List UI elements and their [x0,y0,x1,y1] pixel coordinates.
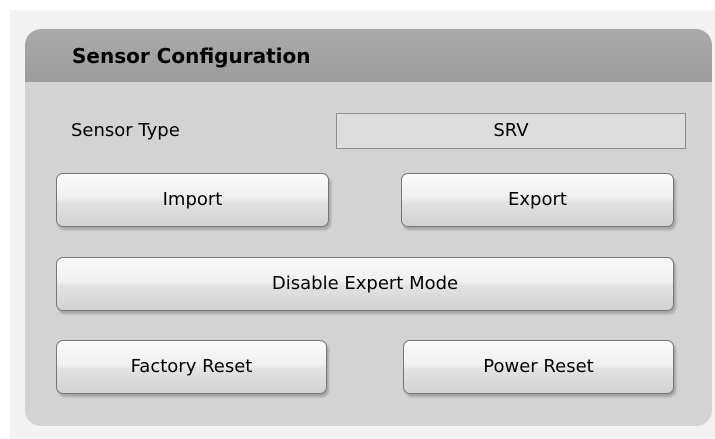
sensor-type-value: SRV [336,113,686,149]
power-reset-button[interactable]: Power Reset [403,340,674,394]
export-button[interactable]: Export [401,173,674,227]
page: Sensor Configuration Sensor Type SRV Imp… [0,0,715,439]
sensor-configuration-panel: Sensor Configuration Sensor Type SRV Imp… [25,29,712,426]
disable-expert-mode-button[interactable]: Disable Expert Mode [56,257,674,311]
import-button[interactable]: Import [56,173,329,227]
panel-header: Sensor Configuration [25,29,712,82]
factory-reset-button[interactable]: Factory Reset [56,340,327,394]
sensor-type-label: Sensor Type [71,120,180,141]
panel-title: Sensor Configuration [72,44,311,68]
